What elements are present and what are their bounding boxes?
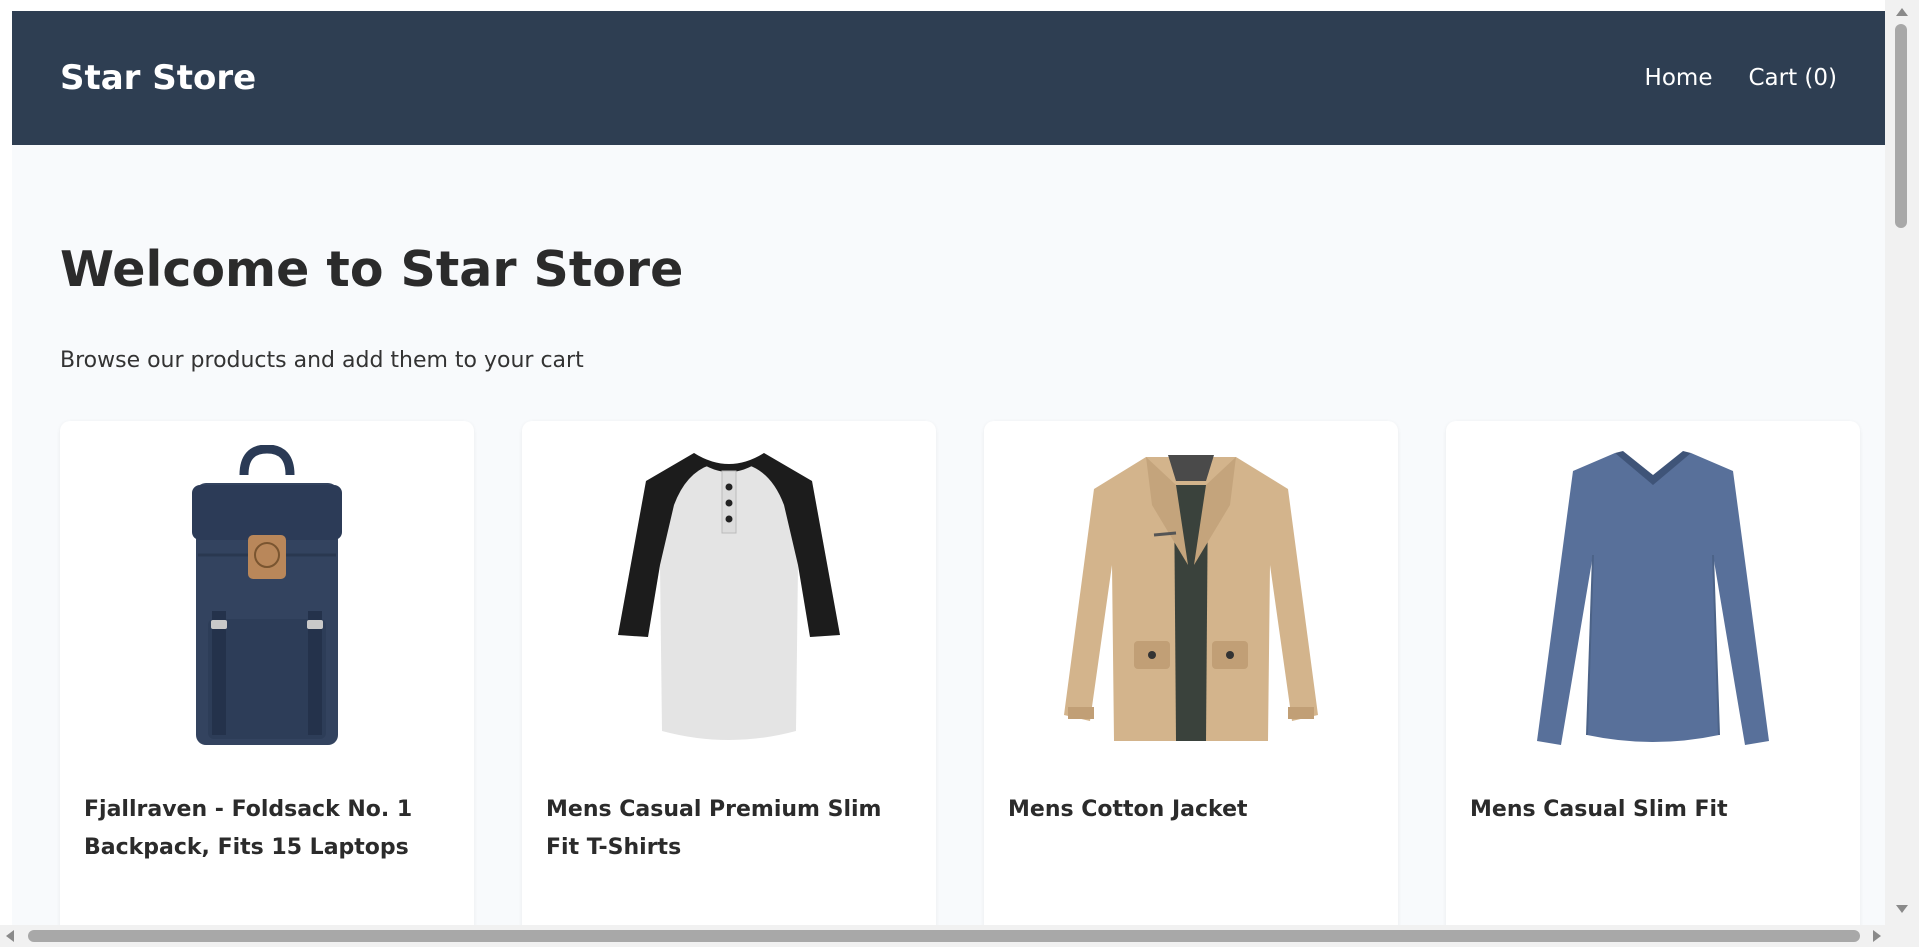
vertical-scrollbar[interactable] [1885,0,1919,947]
main-content: Welcome to Star Store Browse our product… [12,241,1885,925]
horizontal-scroll-thumb[interactable] [28,930,1860,942]
product-title[interactable]: Mens Cotton Jacket [1008,791,1374,829]
page-viewport: Star Store Home Cart (0) Welcome to Star… [12,11,1885,925]
scroll-right-icon[interactable] [1873,930,1881,942]
navbar: Star Store Home Cart (0) [12,11,1885,145]
scroll-down-icon[interactable] [1896,905,1908,913]
product-image[interactable] [1470,445,1836,745]
nav-home-link[interactable]: Home [1645,65,1713,91]
horizontal-scrollbar[interactable] [0,925,1919,947]
backpack-icon [192,445,342,745]
nav-links: Home Cart (0) [1645,65,1837,91]
raglan-tshirt-icon [618,453,840,740]
vertical-scroll-thumb[interactable] [1895,24,1907,228]
scroll-left-icon[interactable] [6,930,14,942]
product-title[interactable]: Mens Casual Premium Slim Fit T-Shirts [546,791,912,867]
jacket-icon [1064,455,1318,741]
product-title[interactable]: Fjallraven - Foldsack No. 1 Backpack, Fi… [84,791,450,867]
product-card[interactable]: Fjallraven - Foldsack No. 1 Backpack, Fi… [60,421,474,925]
product-image[interactable] [1008,445,1374,745]
product-card[interactable]: Mens Casual Slim Fit [1446,421,1860,925]
product-image[interactable] [84,445,450,745]
product-card[interactable]: Mens Casual Premium Slim Fit T-Shirts [522,421,936,925]
product-title[interactable]: Mens Casual Slim Fit [1470,791,1836,829]
product-image[interactable] [546,445,912,745]
page-title: Welcome to Star Store [60,241,684,298]
longsleeve-shirt-icon [1537,451,1769,745]
scroll-up-icon[interactable] [1896,8,1908,16]
brand-logo[interactable]: Star Store [60,58,256,98]
product-card[interactable]: Mens Cotton Jacket [984,421,1398,925]
page-subtitle: Browse our products and add them to your… [60,348,584,373]
product-grid: Fjallraven - Foldsack No. 1 Backpack, Fi… [60,421,1860,925]
nav-cart-link[interactable]: Cart (0) [1748,65,1837,91]
